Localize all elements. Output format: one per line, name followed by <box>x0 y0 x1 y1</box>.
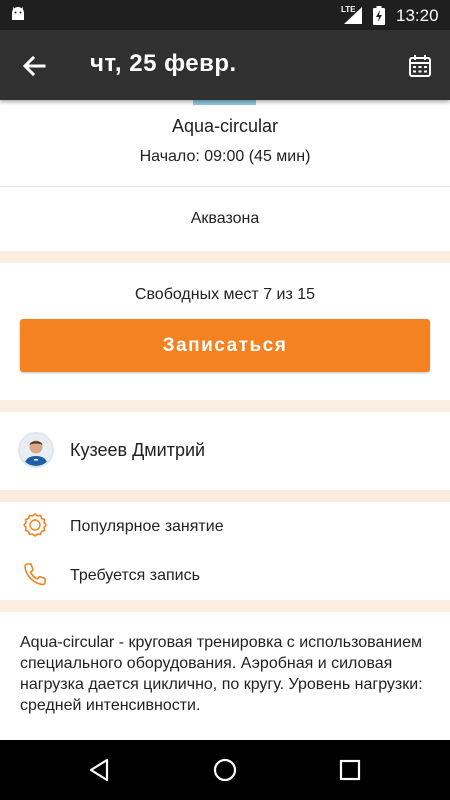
trainer-name: Кузеев Дмитрий <box>70 440 206 460</box>
feature-label: Требуется запись <box>70 567 200 584</box>
class-description: Aqua-circular - круговая тренировка с ис… <box>20 634 423 714</box>
android-icon <box>12 7 24 20</box>
recents-square-icon <box>339 759 361 781</box>
back-triangle-icon <box>89 758 109 782</box>
system-nav-bar <box>0 740 450 800</box>
class-info-card: Aqua-circular Начало: 09:00 (45 мин) Акв… <box>0 100 450 251</box>
feature-popular: Популярное занятие <box>0 502 450 551</box>
trainer-card[interactable]: Кузеев Дмитрий <box>0 412 450 490</box>
calendar-icon <box>409 55 431 77</box>
class-details[interactable]: Aqua-circular Начало: 09:00 (45 мин) Акв… <box>0 100 450 740</box>
calendar-button[interactable] <box>406 52 434 80</box>
back-button[interactable] <box>16 48 52 84</box>
booking-card: Свободных мест 7 из 15 Записаться <box>0 263 450 400</box>
badge-icon <box>23 513 47 537</box>
feature-label: Популярное занятие <box>70 518 224 535</box>
signal-icon <box>344 7 362 24</box>
battery-charging-icon <box>373 6 385 25</box>
book-button[interactable]: Записаться <box>20 319 430 372</box>
nav-home-button[interactable] <box>210 755 240 785</box>
nav-back-button[interactable] <box>85 755 115 785</box>
free-spots-text: Свободных мест 7 из 15 <box>134 286 316 303</box>
clock: 13:20 <box>396 6 439 25</box>
app-bar: чт, 25 февр. <box>0 30 450 100</box>
class-start-time: Начало: 09:00 (45 мин) <box>139 148 311 165</box>
page-title: чт, 25 февр. <box>90 50 237 77</box>
trainer-avatar <box>18 432 54 468</box>
class-name: Aqua-circular <box>171 116 279 136</box>
feature-booking-required: Требуется запись <box>0 551 450 600</box>
home-circle-icon <box>213 758 237 782</box>
nav-recents-button[interactable] <box>335 755 365 785</box>
status-bar: LTE 13:20 <box>0 0 450 30</box>
features-card: Популярное занятие Требуется запись <box>0 502 450 600</box>
class-location: Аквазона <box>190 210 260 227</box>
description-card: Aqua-circular - круговая тренировка с ис… <box>0 612 450 740</box>
class-color-marker <box>193 100 256 105</box>
divider <box>0 186 450 187</box>
phone-icon <box>24 563 46 586</box>
arrow-left-icon <box>22 55 46 77</box>
